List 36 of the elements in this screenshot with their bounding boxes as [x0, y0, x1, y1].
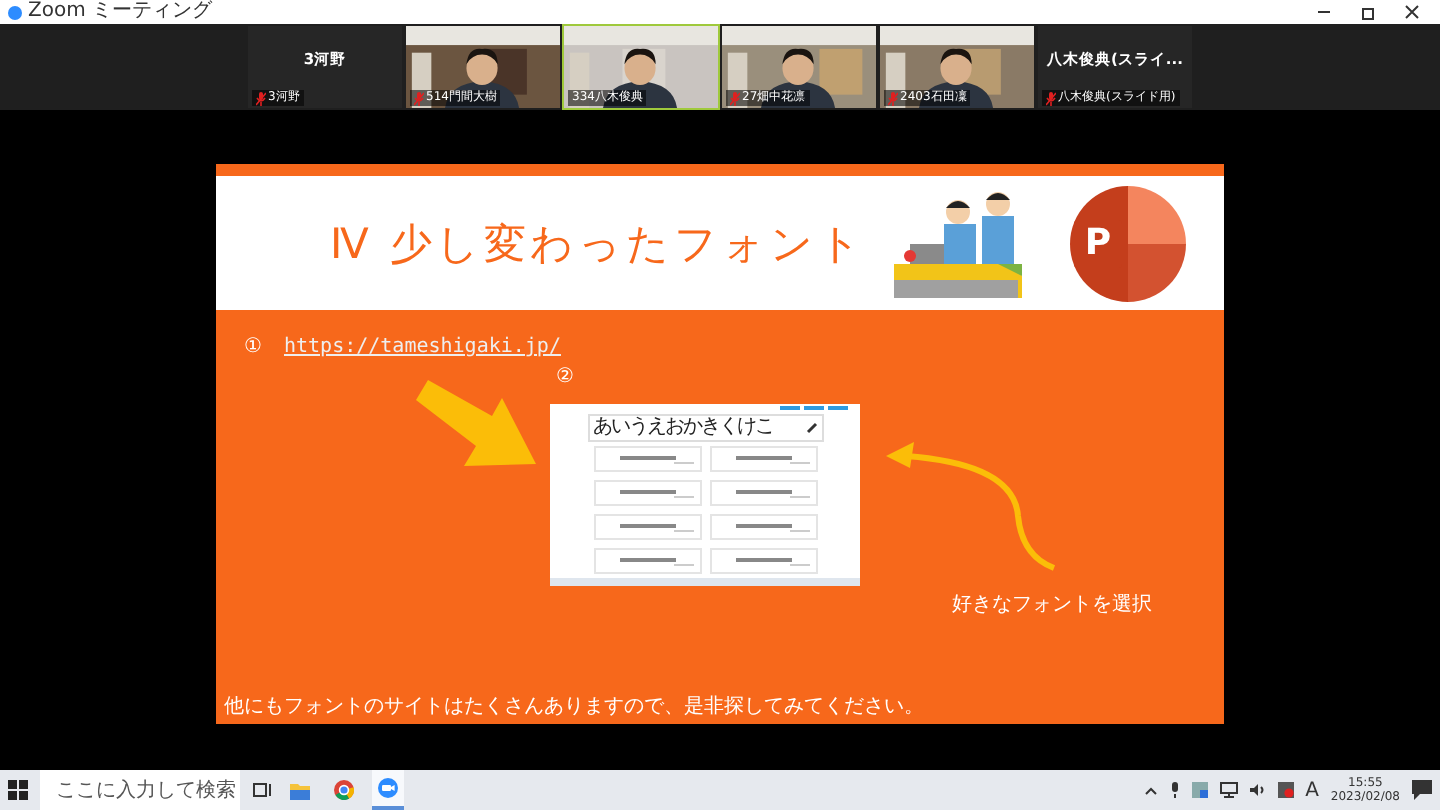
video-call-icon[interactable]	[372, 770, 404, 810]
app-tray-icon[interactable]	[1191, 782, 1208, 798]
speaker-icon[interactable]	[1249, 782, 1266, 798]
network-icon[interactable]	[1219, 782, 1238, 798]
muted-mic-icon	[1046, 91, 1056, 105]
microphone-icon[interactable]	[1169, 782, 1180, 798]
font-sample-card	[709, 548, 817, 574]
muted-mic-icon	[256, 91, 266, 105]
callout-text: 好きなフォントを選択	[952, 592, 1152, 618]
eraser-icon	[805, 422, 817, 434]
font-sample-card	[709, 480, 817, 506]
window-title: Zoom ミーティング	[28, 0, 213, 24]
font-sample-card	[593, 514, 701, 540]
notification-icon[interactable]	[1412, 780, 1432, 800]
arrow-icon	[416, 380, 536, 470]
step-number: ②	[556, 366, 574, 388]
task-view-icon[interactable]	[252, 782, 272, 798]
font-sample-card	[593, 480, 701, 506]
muted-mic-icon	[888, 91, 898, 105]
search-field[interactable]: ここに入力して検索	[40, 770, 240, 810]
start-icon[interactable]	[8, 780, 28, 800]
font-sample-card	[593, 548, 701, 574]
close-icon[interactable]	[1404, 4, 1420, 20]
step-number: ①	[244, 336, 262, 358]
slide-title: Ⅳ 少し変わったフォント	[330, 217, 869, 271]
font-sample-card	[593, 446, 701, 472]
slide-footer-text: 他にもフォントのサイトはたくさんありますので、是非探してみてください。	[224, 693, 924, 720]
input-method-indicator[interactable]: A	[1305, 779, 1319, 801]
font-sample-card	[709, 446, 817, 472]
zoom-icon	[8, 5, 22, 19]
muted-mic-icon	[414, 91, 424, 105]
restore-icon[interactable]	[1360, 4, 1376, 20]
chevron-up-icon[interactable]	[1143, 785, 1158, 795]
powerpoint-logo: P	[1070, 185, 1186, 301]
muted-mic-icon	[730, 91, 740, 105]
font-sample-card	[709, 514, 817, 540]
